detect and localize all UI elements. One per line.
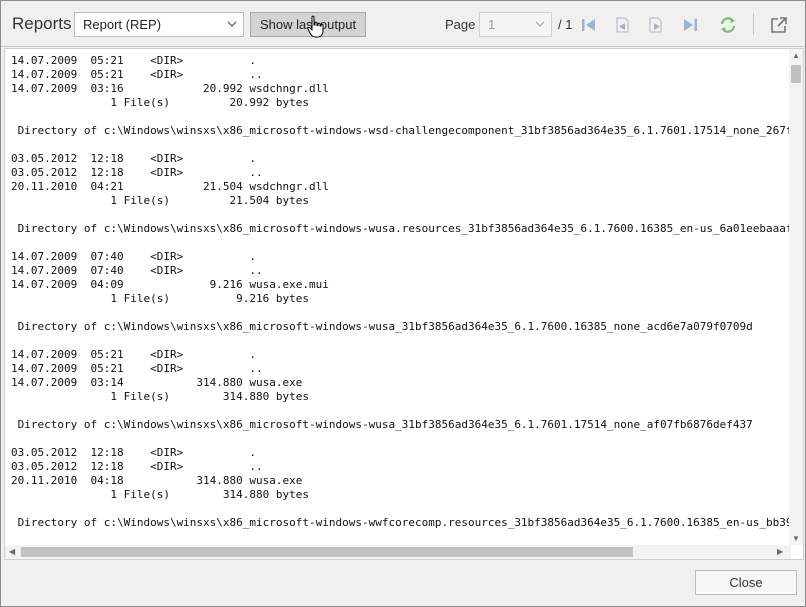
next-page-icon[interactable]: [646, 15, 666, 35]
output-panel: 14.07.2009 05:21 <DIR> . 14.07.2009 05:21…: [4, 48, 804, 560]
chevron-down-icon: [535, 13, 545, 45]
output-line: Directory of c:\Windows\winsxs\x86_micro…: [11, 124, 791, 137]
output-line: 14.07.2009 05:21 <DIR> ..: [11, 68, 263, 81]
output-line: 1 File(s) 9.216 bytes: [11, 292, 310, 305]
report-select-value: Report (REP): [83, 17, 162, 32]
output-line: Directory of c:\Windows\winsxs\x86_micro…: [11, 320, 753, 333]
scroll-up-arrow-icon[interactable]: ▲: [792, 51, 800, 60]
report-select[interactable]: Report (REP): [74, 12, 244, 37]
output-line: 1 File(s) 314.880 bytes: [11, 488, 310, 501]
page-select[interactable]: 1: [479, 12, 552, 37]
output-line: 03.05.2012 12:18 <DIR> .: [11, 152, 257, 165]
popout-icon[interactable]: [769, 15, 789, 35]
close-button[interactable]: Close: [695, 570, 797, 595]
output-line: 14.07.2009 05:21 <DIR> .: [11, 348, 257, 361]
horizontal-scroll-thumb[interactable]: [21, 547, 633, 557]
refresh-icon[interactable]: [718, 15, 738, 35]
scroll-left-arrow-icon[interactable]: ◀: [9, 547, 15, 556]
output-line: Directory of c:\Windows\winsxs\x86_micro…: [11, 516, 791, 529]
output-line: 03.05.2012 12:18 <DIR> ..: [11, 460, 263, 473]
output-line: 03.05.2012 12:18 <DIR> .: [11, 446, 257, 459]
dialog-footer: Close: [1, 561, 805, 606]
page-select-value: 1: [488, 17, 496, 32]
hand-cursor-icon: [307, 15, 325, 39]
vertical-scroll-thumb[interactable]: [791, 65, 801, 83]
page-label: Page: [445, 17, 476, 32]
scroll-right-arrow-icon[interactable]: ▶: [777, 547, 783, 556]
toolbar: Reports Report (REP) Show last output Pa…: [1, 1, 805, 47]
output-line: 1 File(s) 21.504 bytes: [11, 194, 310, 207]
vertical-scrollbar[interactable]: ▲ ▼: [789, 49, 803, 545]
output-line: 1 File(s) 20.992 bytes: [11, 96, 310, 109]
output-line: 14.07.2009 03:14 314.880 wusa.exe: [11, 376, 303, 389]
output-line: 14.07.2009 07:40 <DIR> ..: [11, 264, 263, 277]
output-line: Directory of c:\Windows\winsxs\x86_micro…: [11, 418, 753, 431]
first-page-icon[interactable]: [579, 15, 599, 35]
output-line: 20.11.2010 04:18 314.880 wusa.exe: [11, 474, 303, 487]
page-total: / 1: [558, 17, 573, 32]
output-line: 14.07.2009 05:21 <DIR> ..: [11, 362, 263, 375]
toolbar-separator: [753, 13, 754, 35]
output-line: 03.05.2012 12:18 <DIR> ..: [11, 166, 263, 179]
reports-dialog: Reports Report (REP) Show last output Pa…: [0, 0, 806, 607]
output-line: 20.11.2010 04:21 21.504 wsdchngr.dll: [11, 180, 329, 193]
output-line: 14.07.2009 07:40 <DIR> .: [11, 250, 257, 263]
horizontal-scrollbar[interactable]: ◀ ▶: [5, 545, 791, 559]
output-line: 14.07.2009 05:21 <DIR> .: [11, 54, 257, 67]
scroll-down-arrow-icon[interactable]: ▼: [792, 534, 800, 543]
last-page-icon[interactable]: [680, 15, 700, 35]
output-line: Directory of c:\Windows\winsxs\x86_micro…: [11, 222, 791, 235]
output-text-area[interactable]: 14.07.2009 05:21 <DIR> . 14.07.2009 05:21…: [5, 49, 791, 545]
output-line: 14.07.2009 04:09 9.216 wusa.exe.mui: [11, 278, 329, 291]
dialog-title: Reports: [12, 14, 72, 33]
output-line: 1 File(s) 314.880 bytes: [11, 390, 310, 403]
output-line: 14.07.2009 03:16 20.992 wsdchngr.dll: [11, 82, 329, 95]
chevron-down-icon: [227, 13, 237, 45]
prev-page-icon[interactable]: [612, 15, 632, 35]
